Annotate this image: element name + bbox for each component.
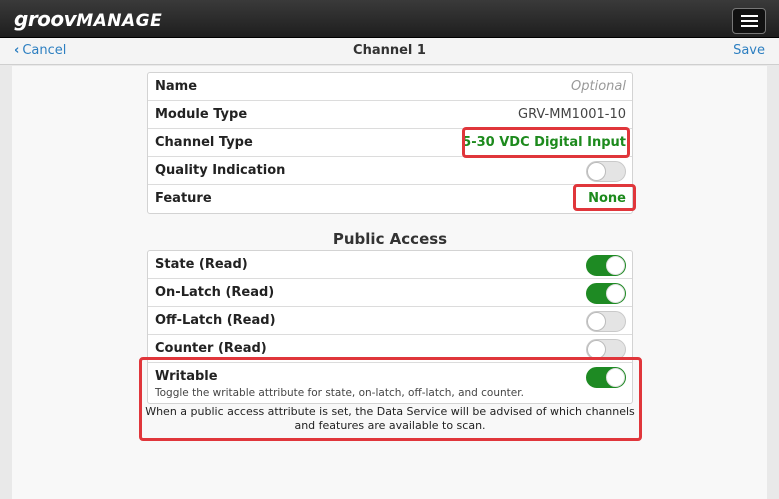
toggle-knob — [587, 162, 606, 181]
feature-label: Feature — [155, 191, 212, 206]
module-type-label: Module Type — [155, 107, 248, 122]
public-access-row-off-latch: Off-Latch (Read) — [148, 307, 632, 335]
toggle-knob — [606, 284, 625, 303]
page-title: Channel 1 — [353, 43, 426, 58]
public-access-row-state: State (Read) — [148, 251, 632, 279]
toggle-knob — [587, 312, 606, 331]
state-read-toggle[interactable] — [586, 255, 626, 276]
public-access-row-on-latch: On-Latch (Read) — [148, 279, 632, 307]
on-latch-read-toggle[interactable] — [586, 283, 626, 304]
writable-highlight — [139, 357, 642, 441]
name-row[interactable]: Name Optional — [148, 73, 632, 101]
nav-bar: Channel 1 ‹ Cancel Save — [0, 38, 779, 65]
logo-text-sub: MANAGE — [76, 11, 163, 31]
save-button[interactable]: Save — [733, 43, 765, 58]
public-access-label: Off-Latch (Read) — [155, 313, 276, 328]
channel-type-highlight — [462, 127, 630, 158]
feature-highlight — [573, 184, 636, 211]
module-type-row: Module Type GRV-MM1001-10 — [148, 101, 632, 129]
channel-type-label: Channel Type — [155, 135, 253, 150]
groov-manage-logo: groovMANAGE — [14, 6, 162, 34]
public-access-label: On-Latch (Read) — [155, 285, 275, 300]
module-type-value: GRV-MM1001-10 — [518, 107, 626, 122]
quality-indication-row: Quality Indication — [148, 157, 632, 185]
quality-indication-toggle[interactable] — [586, 161, 626, 182]
top-bar: groovMANAGE — [0, 0, 779, 38]
cancel-button[interactable]: ‹ Cancel — [14, 43, 66, 58]
feature-row[interactable]: Feature None — [148, 185, 632, 213]
hamburger-icon-line — [741, 20, 758, 22]
content-area: Name Optional Module Type GRV-MM1001-10 … — [12, 66, 767, 499]
chevron-left-icon: ‹ — [14, 43, 20, 58]
toggle-knob — [606, 256, 625, 275]
public-access-title: Public Access — [332, 230, 448, 248]
hamburger-icon-line — [741, 25, 758, 27]
public-access-label: Counter (Read) — [155, 341, 267, 356]
off-latch-read-toggle[interactable] — [586, 311, 626, 332]
name-label: Name — [155, 79, 198, 94]
logo-text-main: groov — [14, 7, 77, 31]
hamburger-icon-line — [741, 15, 758, 17]
public-access-label: State (Read) — [155, 257, 248, 272]
name-input[interactable]: Optional — [571, 79, 626, 94]
hamburger-menu-button[interactable] — [732, 8, 766, 34]
cancel-label: Cancel — [22, 43, 67, 58]
quality-indication-label: Quality Indication — [155, 163, 286, 178]
